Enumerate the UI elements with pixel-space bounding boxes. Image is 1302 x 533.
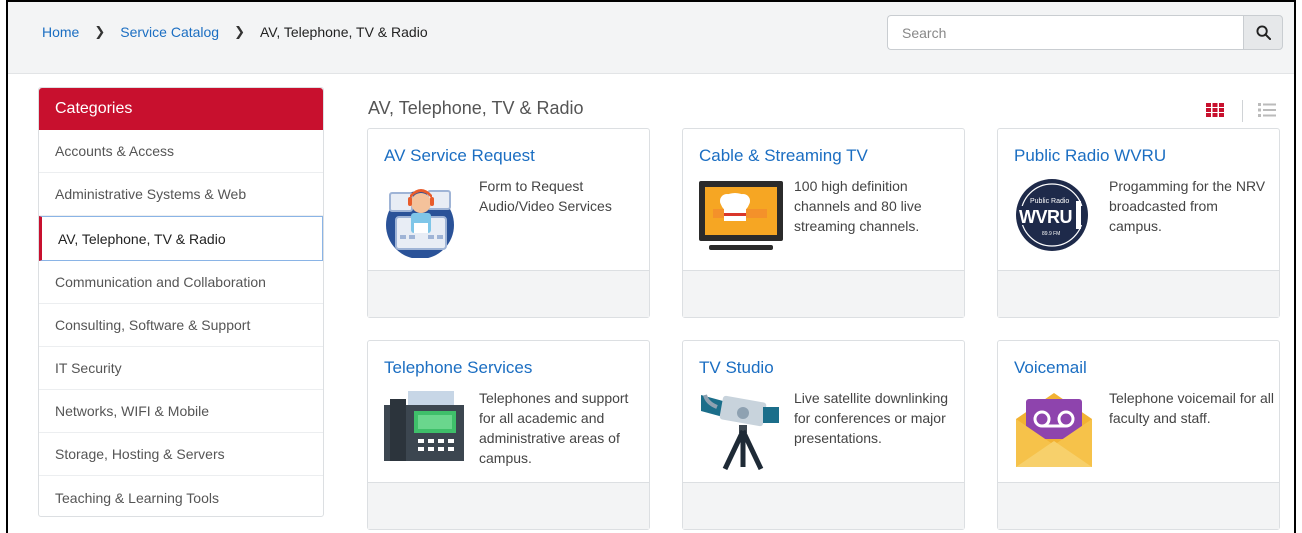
card-footer bbox=[368, 270, 649, 317]
card-title[interactable]: Voicemail bbox=[1014, 358, 1087, 378]
av-technician-icon bbox=[384, 173, 464, 259]
search-input[interactable] bbox=[887, 15, 1243, 50]
sidebar-item-av-telephone-tv-radio[interactable]: AV, Telephone, TV & Radio bbox=[39, 216, 323, 261]
video-camera-icon bbox=[699, 385, 779, 471]
card-description: Form to Request Audio/Video Services bbox=[479, 178, 612, 214]
search-box bbox=[887, 15, 1283, 50]
card-footer bbox=[683, 270, 964, 317]
service-card-tv-studio[interactable]: TV Studio Live satellite downlinking for… bbox=[682, 340, 965, 530]
breadcrumb-current: AV, Telephone, TV & Radio bbox=[260, 24, 428, 40]
sidebar-item-networks-wifi-mobile[interactable]: Networks, WIFI & Mobile bbox=[39, 390, 323, 433]
voicemail-icon bbox=[1014, 385, 1094, 470]
card-footer bbox=[998, 270, 1279, 317]
service-card-av-request[interactable]: AV Service Request Form to Request Audio… bbox=[367, 128, 650, 318]
breadcrumb: Home ❯ Service Catalog ❯ AV, Telephone, … bbox=[42, 24, 428, 40]
sidebar-item-teaching-learning-tools[interactable]: Teaching & Learning Tools bbox=[39, 476, 323, 519]
categories-sidebar: Categories Accounts & Access Administrat… bbox=[38, 87, 324, 517]
categories-header: Categories bbox=[39, 88, 323, 130]
sidebar-item-accounts-access[interactable]: Accounts & Access bbox=[39, 130, 323, 173]
sidebar-item-storage-hosting-servers[interactable]: Storage, Hosting & Servers bbox=[39, 433, 323, 476]
wvru-logo-main: WVRU bbox=[1019, 207, 1072, 227]
breadcrumb-catalog-link[interactable]: Service Catalog bbox=[120, 24, 219, 40]
card-title[interactable]: Cable & Streaming TV bbox=[699, 146, 868, 166]
sidebar-item-consulting-software-support[interactable]: Consulting, Software & Support bbox=[39, 304, 323, 347]
telephone-icon bbox=[384, 385, 464, 470]
grid-view-icon[interactable] bbox=[1206, 103, 1224, 122]
wvru-logo: Public Radio WVRU 89.9 FM bbox=[1014, 173, 1094, 258]
wvru-logo-freq: 89.9 FM bbox=[1042, 231, 1060, 237]
top-bar: Home ❯ Service Catalog ❯ AV, Telephone, … bbox=[8, 2, 1294, 74]
sidebar-item-administrative-systems[interactable]: Administrative Systems & Web bbox=[39, 173, 323, 216]
service-card-public-radio[interactable]: Public Radio WVRU Public Radio WVRU 89.9… bbox=[997, 128, 1280, 318]
search-icon bbox=[1255, 25, 1271, 40]
card-title[interactable]: TV Studio bbox=[699, 358, 774, 378]
card-description: Progamming for the NRV broadcasted from … bbox=[1109, 178, 1266, 234]
wvru-logo-top: Public Radio bbox=[1030, 198, 1069, 205]
card-footer bbox=[683, 482, 964, 529]
card-footer bbox=[368, 482, 649, 529]
search-button[interactable] bbox=[1243, 15, 1283, 50]
service-card-cable-tv[interactable]: Cable & Streaming TV 100 high definition… bbox=[682, 128, 965, 318]
tv-icon bbox=[699, 173, 783, 258]
card-description: Telephones and support for all academic … bbox=[479, 390, 629, 466]
card-title[interactable]: AV Service Request bbox=[384, 146, 535, 166]
list-view-icon[interactable] bbox=[1258, 103, 1276, 122]
sidebar-item-communication-collaboration[interactable]: Communication and Collaboration bbox=[39, 261, 323, 304]
chevron-right-icon: ❯ bbox=[94, 24, 106, 39]
app-frame: Home ❯ Service Catalog ❯ AV, Telephone, … bbox=[6, 0, 1296, 533]
breadcrumb-home-link[interactable]: Home bbox=[42, 24, 79, 40]
card-description: 100 high definition channels and 80 live… bbox=[794, 178, 922, 234]
chevron-right-icon: ❯ bbox=[234, 24, 245, 39]
service-card-voicemail[interactable]: Voicemail Telephone voicemail for all fa… bbox=[997, 340, 1280, 530]
view-toggle-divider bbox=[1242, 100, 1243, 122]
card-description: Telephone voicemail for all faculty and … bbox=[1109, 390, 1274, 426]
card-footer bbox=[998, 482, 1279, 529]
card-description: Live satellite downlinking for conferenc… bbox=[794, 390, 949, 446]
sidebar-item-it-security[interactable]: IT Security bbox=[39, 347, 323, 390]
card-title[interactable]: Telephone Services bbox=[384, 358, 532, 378]
page-title: AV, Telephone, TV & Radio bbox=[368, 98, 584, 118]
card-title[interactable]: Public Radio WVRU bbox=[1014, 146, 1166, 166]
service-card-telephone[interactable]: Telephone Services Telephones and suppor… bbox=[367, 340, 650, 530]
